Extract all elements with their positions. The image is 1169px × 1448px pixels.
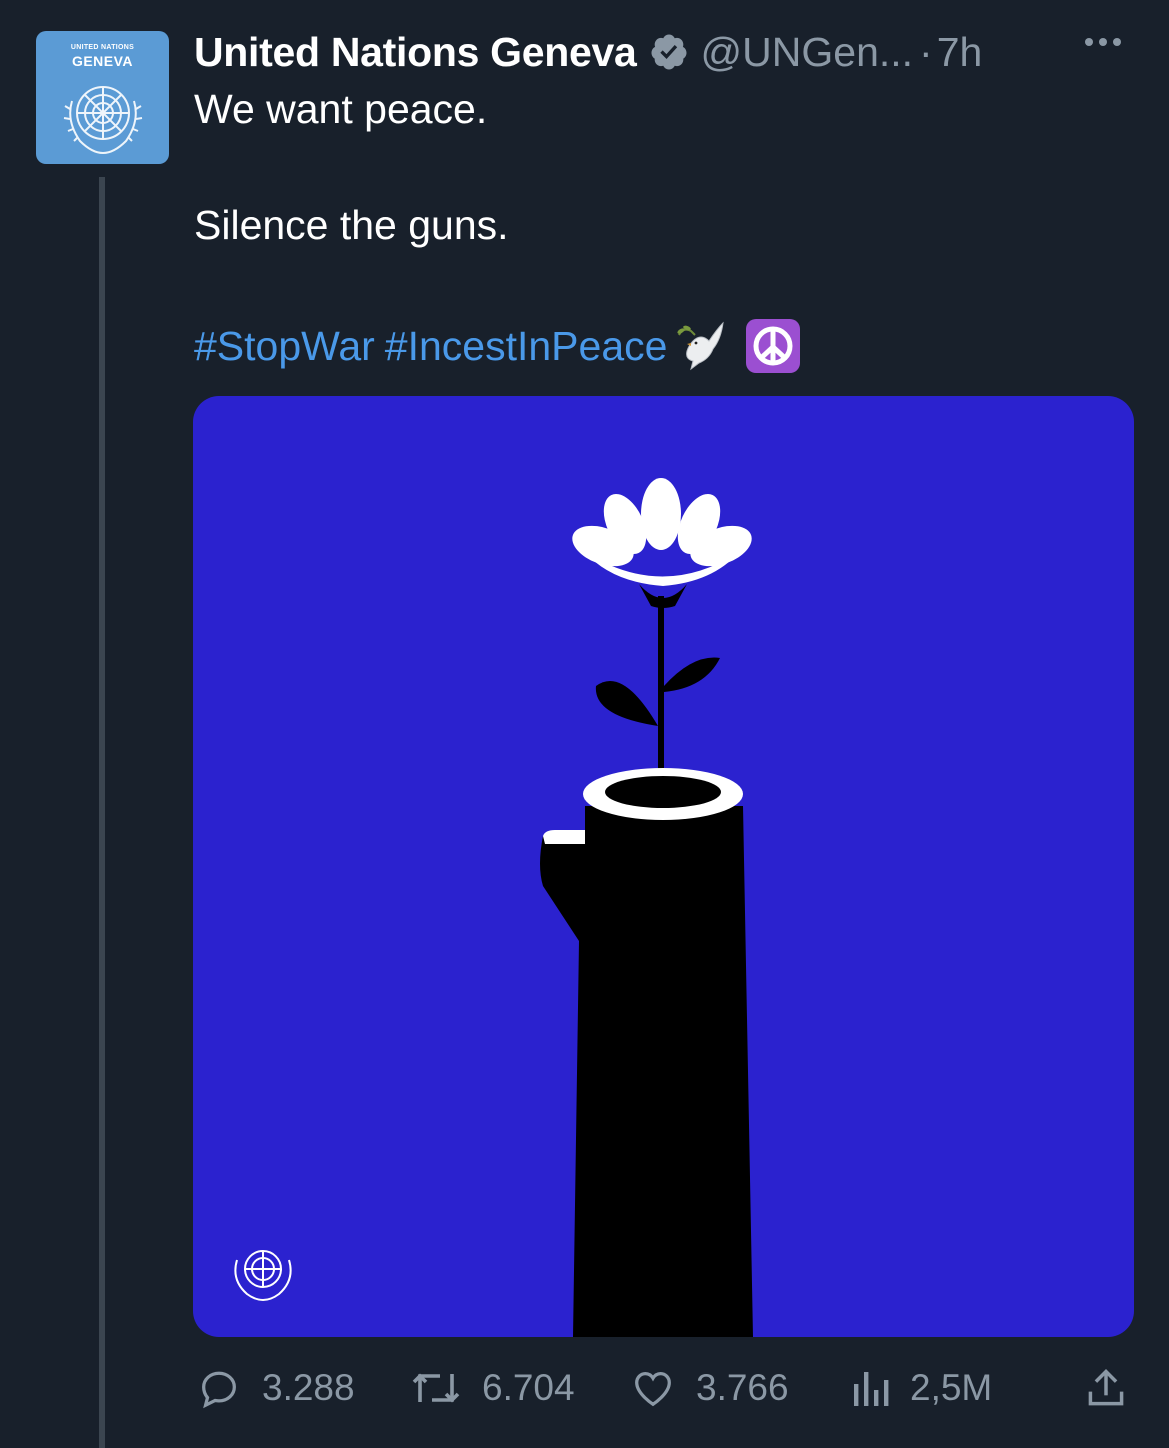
avatar-org-big-text: GENEVA — [71, 53, 134, 69]
tweet-hashtags: #StopWar #IncestInPeace — [194, 318, 801, 374]
reply-count: 3.288 — [262, 1367, 355, 1408]
hashtag-link[interactable]: #IncestInPeace — [385, 323, 668, 370]
share-icon — [1088, 1369, 1124, 1406]
peace-symbol-emoji — [745, 318, 801, 374]
view-count: 2,5M — [910, 1367, 993, 1408]
un-emblem-icon — [63, 86, 143, 154]
avatar-org-small-text: UNITED NATIONS — [70, 44, 135, 51]
tweet-actions-bar: 3.288 6.704 3.766 2,5M — [0, 1360, 1169, 1416]
verified-badge-icon[interactable] — [649, 32, 689, 72]
flower-in-rifle-illustration — [540, 478, 753, 1337]
author-handle[interactable]: @UNGen... — [701, 29, 914, 76]
header-separator: · — [919, 28, 933, 75]
tweet-text-line1: We want peace. — [194, 86, 488, 132]
reply-icon — [202, 1371, 236, 1409]
dove-emoji — [673, 319, 727, 373]
views-chart-icon — [854, 1372, 889, 1406]
tweet-media-image[interactable] — [193, 396, 1134, 1337]
like-count: 3.766 — [696, 1367, 789, 1408]
retweet-count: 6.704 — [482, 1367, 575, 1408]
tweet-timestamp[interactable]: 7h — [937, 29, 983, 76]
un-emblem-icon — [234, 1250, 292, 1301]
author-avatar[interactable]: UNITED NATIONS GENEVA — [36, 31, 169, 164]
retweet-button[interactable]: 6.704 — [410, 1360, 575, 1416]
heart-icon — [635, 1371, 671, 1407]
hashtag-link[interactable]: #StopWar — [194, 323, 375, 370]
views-button[interactable]: 2,5M — [850, 1360, 992, 1416]
retweet-icon — [412, 1373, 460, 1403]
tweet-header: United Nations Geneva @UNGen... · 7h — [194, 26, 982, 78]
more-options-icon[interactable] — [1085, 38, 1121, 46]
like-button[interactable]: 3.766 — [630, 1360, 789, 1416]
thread-line — [99, 177, 105, 1448]
author-display-name[interactable]: United Nations Geneva — [194, 29, 637, 76]
reply-button[interactable]: 3.288 — [196, 1360, 355, 1416]
share-button[interactable] — [1084, 1360, 1128, 1416]
tweet-text-line2: Silence the guns. — [194, 202, 509, 248]
